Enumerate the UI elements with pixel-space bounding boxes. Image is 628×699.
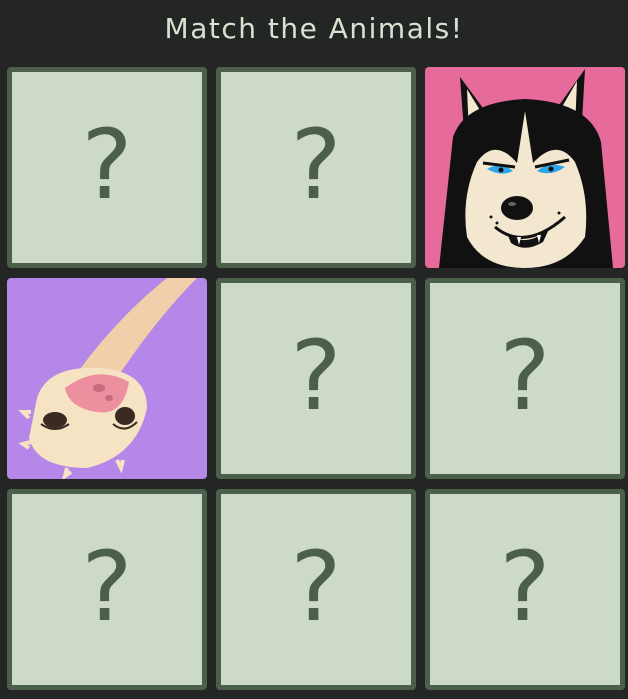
question-mark-icon: ?	[290, 108, 342, 221]
ostrich-icon	[7, 278, 207, 479]
memory-card-8[interactable]: ?	[216, 489, 416, 690]
memory-card-6[interactable]: ?	[425, 278, 625, 479]
husky-icon	[425, 67, 625, 268]
question-mark-icon: ?	[290, 319, 342, 432]
question-mark-icon: ?	[81, 530, 133, 643]
memory-card-7[interactable]: ?	[7, 489, 207, 690]
question-mark-icon: ?	[81, 108, 133, 221]
question-mark-icon: ?	[499, 530, 551, 643]
memory-card-2[interactable]: ?	[216, 67, 416, 268]
memory-card-5[interactable]: ?	[216, 278, 416, 479]
game-title: Match the Animals!	[164, 11, 464, 45]
card-grid: ? ? ? ? ? ? ?	[7, 67, 625, 690]
memory-card-3-husky[interactable]	[425, 67, 625, 268]
memory-card-1[interactable]: ?	[7, 67, 207, 268]
question-mark-icon: ?	[499, 319, 551, 432]
memory-card-4-ostrich[interactable]	[7, 278, 207, 479]
memory-card-9[interactable]: ?	[425, 489, 625, 690]
question-mark-icon: ?	[290, 530, 342, 643]
